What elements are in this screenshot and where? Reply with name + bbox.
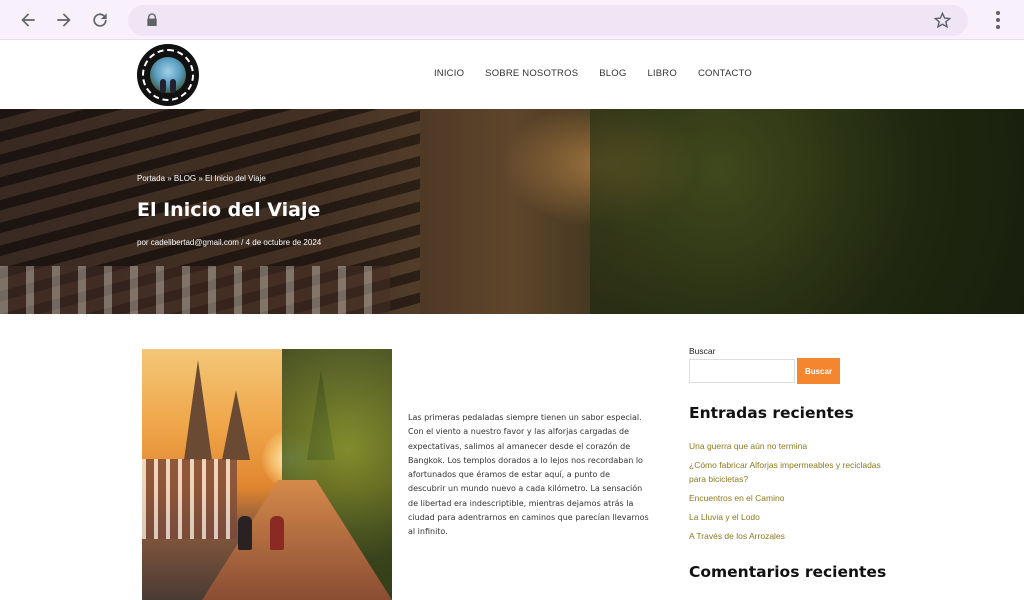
recent-post-link[interactable]: Encuentros en el Camino (689, 492, 889, 506)
recent-posts-list: Una guerra que aún no termina ¿Cómo fabr… (689, 440, 889, 549)
logo-rider-right (170, 79, 176, 93)
recent-post-link[interactable]: La Lluvia y el Lodo (689, 511, 889, 525)
hero-banner: Portada » BLOG » El Inicio del Viaje El … (0, 109, 1024, 314)
browser-toolbar (0, 0, 1024, 40)
image-cyclist (270, 516, 284, 550)
site-logo[interactable] (137, 44, 199, 106)
more-vert-icon[interactable] (990, 10, 1006, 30)
post-featured-image (142, 349, 392, 600)
search-button[interactable]: Buscar (797, 358, 840, 384)
nav-item-libro[interactable]: LIBRO (647, 68, 677, 79)
lock-icon (144, 12, 160, 28)
post-meta: por cadelibertad@gmail.com / 4 de octubr… (137, 238, 322, 247)
search-label: Buscar (689, 346, 716, 356)
recent-post-link[interactable]: A Través de los Arrozales (689, 530, 889, 544)
recent-posts-heading: Entradas recientes (689, 404, 854, 422)
recent-comments-heading: Comentarios recientes (689, 563, 887, 581)
recent-post-link[interactable]: ¿Cómo fabricar Alforjas impermeables y r… (689, 459, 889, 486)
post-body: Las primeras pedaladas siempre tienen un… (408, 413, 649, 537)
nav-item-contacto[interactable]: CONTACTO (698, 68, 752, 79)
nav-item-sobre-nosotros[interactable]: SOBRE NOSOTROS (485, 68, 578, 79)
page-title: El Inicio del Viaje (137, 199, 321, 221)
nav-item-inicio[interactable]: INICIO (434, 68, 464, 79)
back-arrow-icon[interactable] (16, 8, 40, 32)
image-temple-spire (184, 360, 212, 460)
logo-rider-left (160, 79, 166, 93)
nav-item-blog[interactable]: BLOG (599, 68, 626, 79)
main-nav: INICIO SOBRE NOSOTROS BLOG LIBRO CONTACT… (434, 68, 752, 79)
breadcrumb[interactable]: Portada » BLOG » El Inicio del Viaje (137, 174, 266, 183)
search-input[interactable] (689, 359, 795, 383)
forward-arrow-icon[interactable] (52, 8, 76, 32)
recent-post-link[interactable]: Una guerra que aún no termina (689, 440, 889, 454)
site-header: INICIO SOBRE NOSOTROS BLOG LIBRO CONTACT… (0, 41, 1024, 109)
logo-emblem (150, 57, 186, 93)
reload-icon[interactable] (88, 8, 112, 32)
image-cyclist (238, 516, 252, 550)
bookmark-star-icon[interactable] (933, 11, 952, 30)
image-left-building (142, 459, 237, 539)
address-bar[interactable] (128, 5, 968, 36)
image-temple-spire (222, 390, 250, 460)
